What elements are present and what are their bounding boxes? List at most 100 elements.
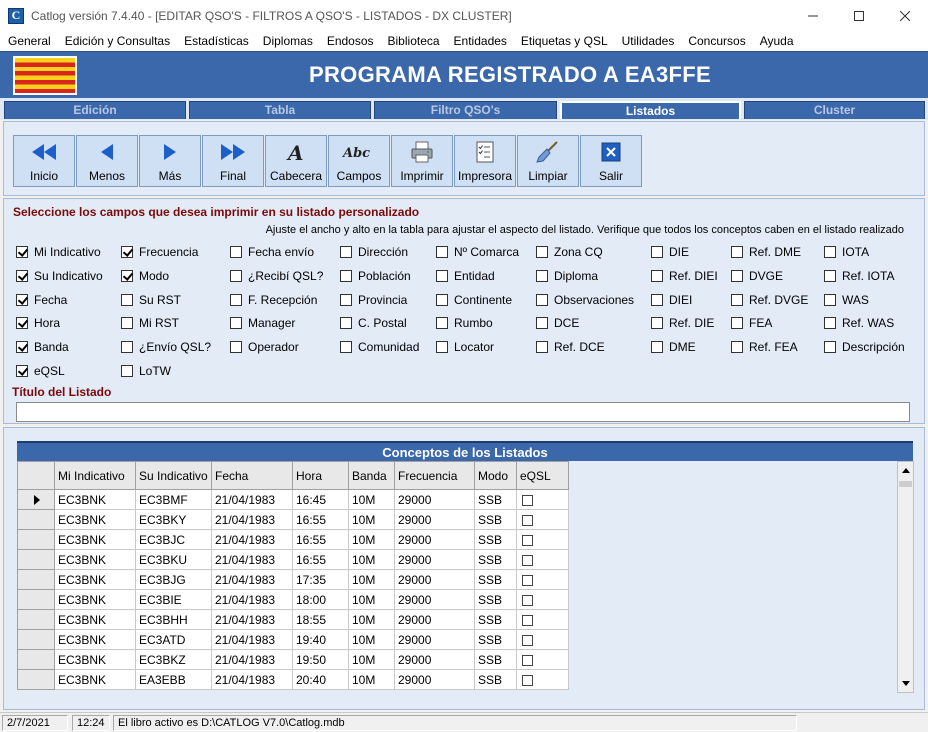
minimize-icon[interactable]: [790, 0, 836, 31]
field-checkbox-iota[interactable]: IOTA: [824, 245, 869, 259]
checkbox-box[interactable]: [436, 246, 448, 258]
field-checkbox-ref-dme[interactable]: Ref. DME: [731, 245, 801, 259]
table-cell[interactable]: 29000: [394, 569, 475, 590]
eqsl-checkbox[interactable]: [522, 494, 533, 506]
column-header[interactable]: Mi Indicativo: [54, 461, 136, 490]
menu-endosos[interactable]: Endosos: [320, 31, 381, 51]
table-cell[interactable]: EC3BNK: [54, 509, 136, 530]
checkbox-box[interactable]: [824, 270, 836, 282]
eqsl-cell[interactable]: [516, 489, 569, 510]
table-row[interactable]: EC3BNK EC3BJC 21/04/1983 16:55 10M 29000 SSB: [17, 529, 569, 550]
table-cell[interactable]: EC3BNK: [54, 489, 136, 510]
table-cell[interactable]: 19:50: [292, 649, 349, 670]
row-indicator[interactable]: [17, 589, 55, 610]
eqsl-cell[interactable]: [516, 649, 569, 670]
checkbox-box[interactable]: [651, 341, 663, 353]
field-checkbox-banda[interactable]: Banda: [16, 340, 69, 354]
checkbox-box[interactable]: [824, 341, 836, 353]
eqsl-checkbox[interactable]: [522, 614, 533, 626]
eqsl-cell[interactable]: [516, 629, 569, 650]
imprimir-button[interactable]: Imprimir: [391, 135, 453, 187]
table-row[interactable]: EC3BNK EC3BJG 21/04/1983 17:35 10M 29000 SSB: [17, 569, 569, 590]
eqsl-checkbox[interactable]: [522, 574, 533, 586]
table-cell[interactable]: 17:35: [292, 569, 349, 590]
menu-estad-sticas[interactable]: Estadísticas: [177, 31, 256, 51]
table-cell[interactable]: EC3BKZ: [135, 649, 212, 670]
checkbox-box[interactable]: [230, 246, 242, 258]
field-checkbox-observaciones[interactable]: Observaciones: [536, 293, 634, 307]
close-window-icon[interactable]: [882, 0, 928, 31]
checkbox-box[interactable]: [121, 246, 133, 258]
checkbox-box[interactable]: [536, 270, 548, 282]
checkbox-box[interactable]: [731, 341, 743, 353]
table-cell[interactable]: 10M: [348, 589, 395, 610]
table-cell[interactable]: SSB: [474, 609, 517, 630]
checkbox-box[interactable]: [340, 246, 352, 258]
tab-edicion[interactable]: Edición: [4, 101, 186, 119]
table-cell[interactable]: EC3BIE: [135, 589, 212, 610]
checkbox-box[interactable]: [16, 341, 28, 353]
menu-diplomas[interactable]: Diplomas: [256, 31, 320, 51]
field-checkbox-fecha[interactable]: Fecha: [16, 293, 67, 307]
table-row[interactable]: EC3BNK EC3ATD 21/04/1983 19:40 10M 29000 SSB: [17, 629, 569, 650]
checkbox-box[interactable]: [536, 341, 548, 353]
checkbox-box[interactable]: [121, 341, 133, 353]
table-cell[interactable]: 21/04/1983: [211, 649, 293, 670]
checkbox-box[interactable]: [731, 317, 743, 329]
table-cell[interactable]: 21/04/1983: [211, 489, 293, 510]
table-row[interactable]: EC3BNK EC3BMF 21/04/1983 16:45 10M 29000 SSB: [17, 489, 569, 510]
tab-listados[interactable]: Listados: [560, 101, 741, 119]
menu-biblioteca[interactable]: Biblioteca: [381, 31, 447, 51]
eqsl-cell[interactable]: [516, 669, 569, 690]
salir-button[interactable]: Salir: [580, 135, 642, 187]
table-cell[interactable]: EA3EBB: [135, 669, 212, 690]
menu-etiquetas-y-qsl[interactable]: Etiquetas y QSL: [514, 31, 615, 51]
table-cell[interactable]: 21/04/1983: [211, 569, 293, 590]
table-cell[interactable]: 29000: [394, 649, 475, 670]
column-header[interactable]: Hora: [292, 461, 349, 490]
field-checkbox-dme[interactable]: DME: [651, 340, 696, 354]
checkbox-box[interactable]: [436, 294, 448, 306]
checkbox-box[interactable]: [230, 341, 242, 353]
table-cell[interactable]: SSB: [474, 629, 517, 650]
table-cell[interactable]: 21/04/1983: [211, 629, 293, 650]
eqsl-checkbox[interactable]: [522, 554, 533, 566]
table-cell[interactable]: 29000: [394, 669, 475, 690]
table-cell[interactable]: EC3BNK: [54, 589, 136, 610]
field-checkbox-diploma[interactable]: Diploma: [536, 269, 598, 283]
menu-edici-n-y-consultas[interactable]: Edición y Consultas: [58, 31, 177, 51]
table-row[interactable]: EC3BNK EC3BKY 21/04/1983 16:55 10M 29000 SSB: [17, 509, 569, 530]
scroll-thumb[interactable]: [899, 481, 912, 487]
row-indicator[interactable]: [17, 649, 55, 670]
eqsl-checkbox[interactable]: [522, 514, 533, 526]
vertical-scrollbar[interactable]: [897, 461, 914, 693]
table-cell[interactable]: 16:55: [292, 549, 349, 570]
table-cell[interactable]: EC3BNK: [54, 669, 136, 690]
field-checkbox-eqsl[interactable]: eQSL: [16, 364, 65, 378]
field-checkbox-ref-was[interactable]: Ref. WAS: [824, 316, 894, 330]
table-cell[interactable]: SSB: [474, 649, 517, 670]
field-checkbox-ref-dvge[interactable]: Ref. DVGE: [731, 293, 808, 307]
field-checkbox-fea[interactable]: FEA: [731, 316, 772, 330]
table-cell[interactable]: EC3BKY: [135, 509, 212, 530]
table-cell[interactable]: 29000: [394, 629, 475, 650]
table-cell[interactable]: 29000: [394, 609, 475, 630]
field-checkbox-manager[interactable]: Manager: [230, 316, 295, 330]
table-cell[interactable]: 29000: [394, 589, 475, 610]
field-checkbox-c-postal[interactable]: C. Postal: [340, 316, 407, 330]
checkbox-box[interactable]: [340, 341, 352, 353]
field-checkbox-lotw[interactable]: LoTW: [121, 364, 171, 378]
limpiar-button[interactable]: Limpiar: [517, 135, 579, 187]
field-checkbox-mi-indicativo[interactable]: Mi Indicativo: [16, 245, 101, 259]
mas-button[interactable]: Más: [139, 135, 201, 187]
eqsl-checkbox[interactable]: [522, 654, 533, 666]
eqsl-checkbox[interactable]: [522, 634, 533, 646]
tab-filtro[interactable]: Filtro QSO's: [374, 101, 557, 119]
field-checkbox-su-rst[interactable]: Su RST: [121, 293, 181, 307]
table-cell[interactable]: 10M: [348, 489, 395, 510]
row-indicator[interactable]: [17, 669, 55, 690]
table-cell[interactable]: EC3BKU: [135, 549, 212, 570]
field-checkbox-poblaci-n[interactable]: Población: [340, 269, 411, 283]
table-row[interactable]: EC3BNK EC3BIE 21/04/1983 18:00 10M 29000 SSB: [17, 589, 569, 610]
scroll-down-icon[interactable]: [898, 675, 913, 692]
